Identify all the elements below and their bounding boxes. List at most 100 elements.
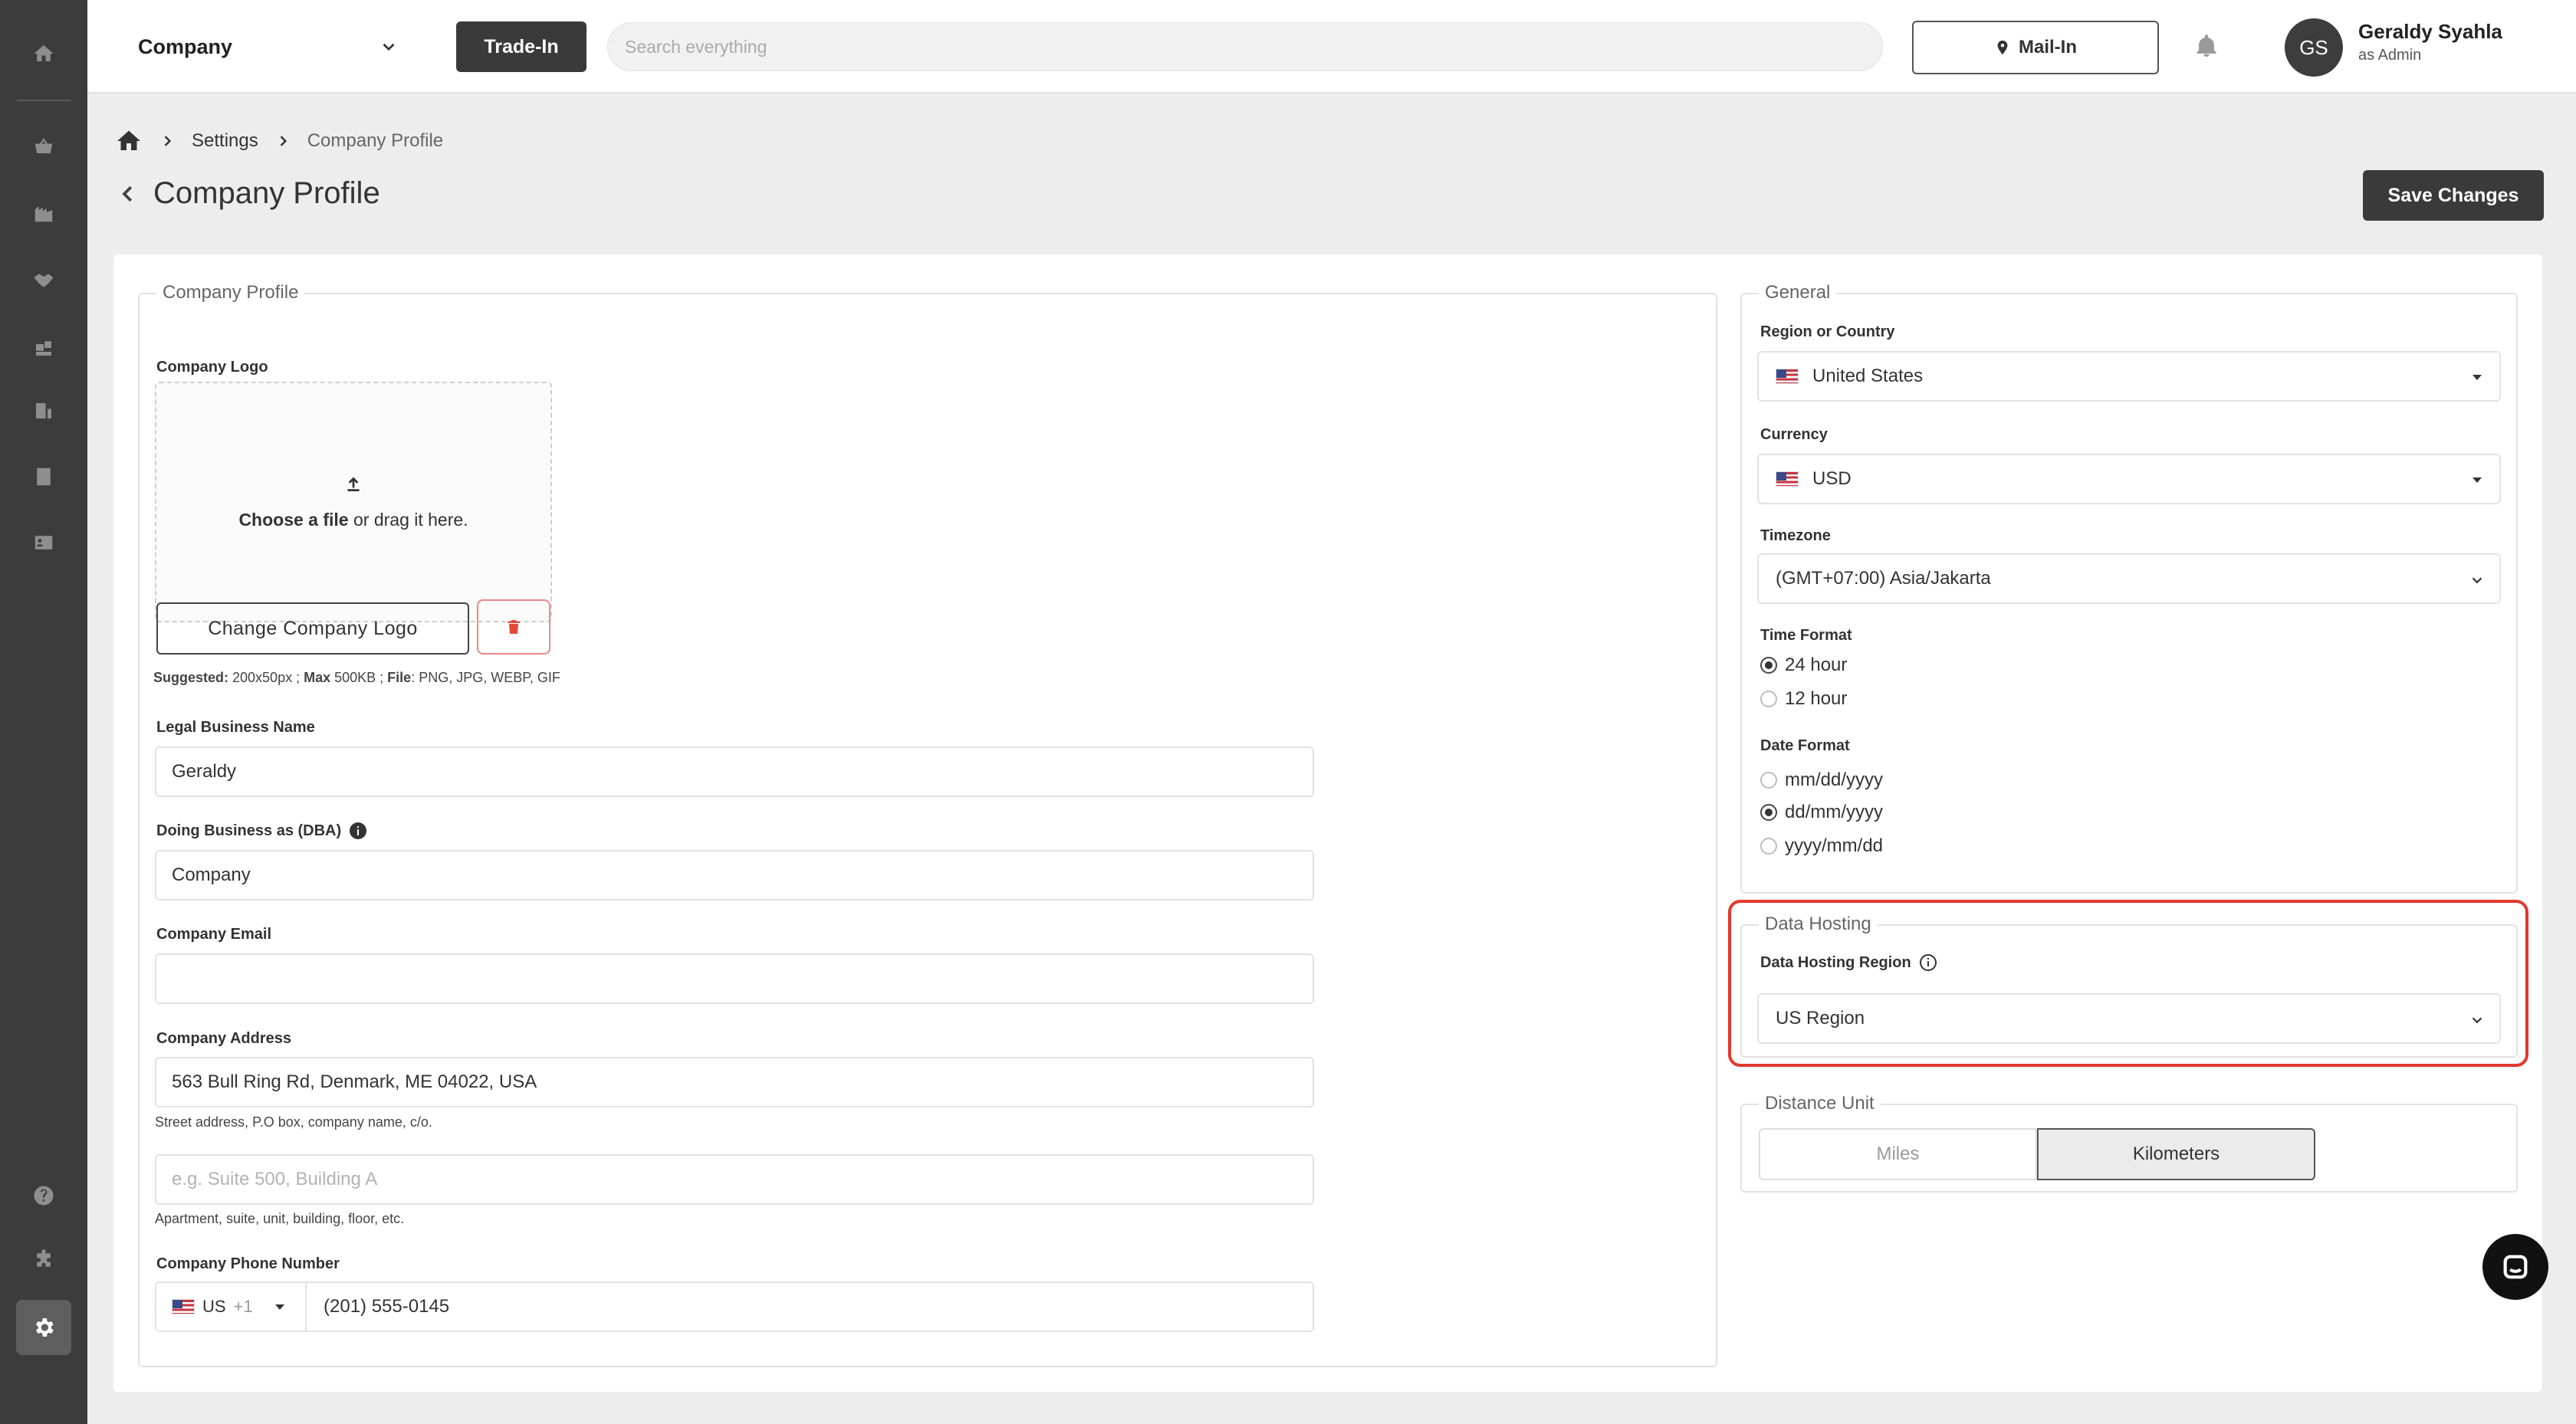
chat-icon	[2503, 1255, 2528, 1279]
user-role: as Admin	[2358, 47, 2422, 64]
company-address-input[interactable]: 563 Bull Ring Rd, Denmark, ME 04022, USA	[155, 1057, 1314, 1107]
company-phone-field: US +1 (201) 555-0145	[155, 1281, 1314, 1332]
radio-unchecked	[1760, 691, 1777, 707]
radio-unchecked	[1760, 772, 1777, 789]
time-12-radio[interactable]: 12 hour	[1760, 688, 1847, 710]
general-legend: General	[1759, 282, 1837, 304]
us-flag-icon	[1776, 369, 1799, 384]
delete-logo-button[interactable]	[477, 599, 550, 655]
handshake-icon[interactable]	[28, 265, 59, 296]
boxes-icon[interactable]	[28, 333, 59, 363]
mail-in-label: Mail-In	[2019, 37, 2077, 57]
data-hosting-highlight	[1728, 900, 2528, 1067]
miles-option[interactable]: Miles	[1759, 1128, 2037, 1180]
company-phone-label: Company Phone Number	[156, 1255, 340, 1272]
search-input[interactable]: Search everything	[607, 22, 1883, 71]
breadcrumb: Settings Company Profile	[115, 126, 443, 156]
company-selector[interactable]: Company	[138, 28, 399, 66]
phone-country: US	[202, 1297, 226, 1316]
currency-select[interactable]: USD	[1757, 454, 2501, 504]
radio-checked	[1760, 657, 1777, 674]
timezone-value: (GMT+07:00) Asia/Jakarta	[1776, 568, 1991, 589]
company-selector-label: Company	[138, 34, 233, 58]
info-icon[interactable]	[349, 822, 367, 840]
upload-text: Choose a file or drag it here.	[238, 509, 468, 530]
company-address-label: Company Address	[156, 1030, 291, 1047]
region-label: Region or Country	[1760, 323, 1895, 340]
legal-business-name-input[interactable]: Geraldy	[155, 746, 1314, 797]
chevron-down-icon	[2472, 577, 2482, 584]
time-24-radio[interactable]: 24 hour	[1760, 655, 1847, 676]
address-line2-hint: Apartment, suite, unit, building, floor,…	[155, 1211, 405, 1226]
sidebar	[0, 0, 87, 1424]
currency-value: USD	[1812, 468, 1852, 489]
date-dmy-radio[interactable]: dd/mm/yyyy	[1760, 802, 1883, 823]
puzzle-icon[interactable]	[28, 1245, 59, 1275]
breadcrumb-settings[interactable]: Settings	[192, 130, 258, 152]
search-placeholder: Search everything	[625, 36, 767, 57]
trash-icon	[508, 620, 520, 634]
bell-icon[interactable]	[2190, 29, 2223, 63]
chevron-down-icon	[383, 43, 395, 51]
upload-icon	[347, 477, 360, 491]
settings-gear-icon[interactable]	[16, 1300, 71, 1355]
currency-label: Currency	[1760, 426, 1828, 443]
region-value: United States	[1812, 366, 1924, 386]
company-email-label: Company Email	[156, 926, 272, 943]
phone-number-input[interactable]: (201) 555-0145	[307, 1296, 449, 1317]
phone-code: +1	[233, 1297, 253, 1316]
timezone-label: Timezone	[1760, 527, 1831, 544]
caret-down-icon	[274, 1304, 284, 1310]
breadcrumb-current: Company Profile	[307, 130, 444, 151]
chevron-right-icon	[164, 136, 172, 146]
home-icon[interactable]	[115, 127, 143, 155]
radio-checked	[1760, 804, 1777, 821]
avatar[interactable]: GS	[2285, 18, 2343, 77]
radio-unchecked	[1760, 838, 1777, 855]
address-line2-input[interactable]: e.g. Suite 500, Building A	[155, 1154, 1314, 1205]
contact-card-icon[interactable]	[28, 527, 59, 558]
address-hint: Street address, P.O box, company name, c…	[155, 1114, 432, 1130]
warehouse-icon[interactable]	[28, 198, 59, 228]
top-bar: Company Trade-In Search everything Mail-…	[87, 0, 2576, 94]
caret-down-icon	[2472, 375, 2482, 380]
legal-business-name-label: Legal Business Name	[156, 719, 315, 736]
date-format-label: Date Format	[1760, 737, 1850, 754]
save-changes-button[interactable]: Save Changes	[2363, 170, 2544, 221]
page-title: Company Profile	[153, 176, 380, 210]
phone-country-select[interactable]: US +1	[156, 1283, 307, 1330]
trade-in-button[interactable]: Trade-In	[456, 21, 586, 72]
company-email-input[interactable]	[155, 953, 1314, 1004]
help-icon[interactable]	[28, 1180, 59, 1211]
building-icon[interactable]	[28, 395, 59, 426]
dba-label: Doing Business as (DBA)	[156, 822, 367, 840]
us-flag-icon	[172, 1299, 195, 1314]
date-ymd-radio[interactable]: yyyy/mm/dd	[1760, 835, 1883, 857]
dba-input[interactable]: Company	[155, 850, 1314, 901]
change-company-logo-button[interactable]: Change Company Logo	[156, 602, 469, 655]
chat-launcher[interactable]	[2482, 1234, 2548, 1300]
logo-hint: Suggested: 200x50px ; Max 500KB ; File: …	[153, 670, 560, 685]
time-format-label: Time Format	[1760, 627, 1852, 644]
distance-unit-toggle: Miles Kilometers	[1759, 1128, 2315, 1180]
logo-upload-dropzone[interactable]: Choose a file or drag it here.	[155, 382, 552, 622]
document-icon[interactable]	[28, 461, 59, 492]
region-select[interactable]: United States	[1757, 351, 2501, 402]
general-section: General Region or Country United States …	[1740, 282, 2518, 894]
us-flag-icon	[1776, 471, 1799, 487]
timezone-select[interactable]: (GMT+07:00) Asia/Jakarta	[1757, 553, 2501, 604]
date-mdy-radio[interactable]: mm/dd/yyyy	[1760, 769, 1883, 791]
caret-down-icon	[2472, 477, 2482, 483]
user-name[interactable]: Geraldy Syahla	[2358, 20, 2502, 44]
back-chevron-icon[interactable]	[117, 182, 140, 205]
distance-unit-legend: Distance Unit	[1759, 1093, 1881, 1114]
home-icon[interactable]	[28, 38, 59, 69]
sidebar-divider	[17, 100, 71, 101]
chevron-right-icon	[280, 136, 287, 146]
kilometers-option[interactable]: Kilometers	[2037, 1128, 2315, 1180]
company-profile-section: Company Profile Company Logo Choose a fi…	[138, 282, 1717, 1367]
location-pin-icon	[1997, 40, 2008, 55]
basket-icon[interactable]	[28, 130, 59, 161]
mail-in-button[interactable]: Mail-In	[1912, 21, 2159, 74]
company-logo-label: Company Logo	[156, 359, 268, 376]
